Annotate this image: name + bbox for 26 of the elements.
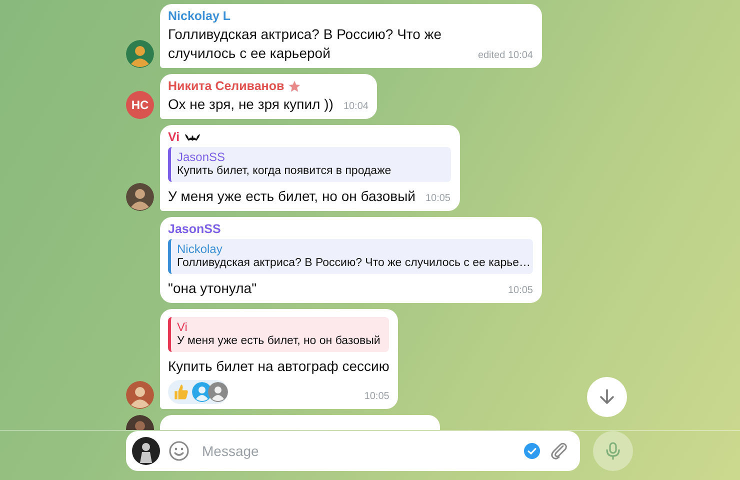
message-text: Голливудская актриса? В Россию? Что же случилось с ее карьерой [168,25,442,63]
reply-text: Купить билет, когда появится в продаже [177,164,392,179]
reply-sender: JasonSS [177,150,226,164]
message-time: edited 10:04 [478,49,533,63]
message-text: Ох не зря, не зря купил )) [168,95,334,114]
message-time: 10:05 [364,390,390,404]
reply-quote[interactable]: Vi У меня уже есть билет, но он базовый [168,317,390,352]
reply-sender: Vi [177,320,188,334]
reply-sender: Nickolay [177,242,224,256]
reply-text: Голливудская актриса? В Россию? Что же случилось с ее карье… [177,256,527,271]
message-time: 10:05 [508,284,533,298]
message-time: 10:05 [425,192,450,206]
message-text: "она утонула" [168,279,257,298]
sender-name: Никита Селиванов [168,79,284,93]
message-time: 10:04 [343,100,368,114]
sender-name: JasonSS [168,222,221,236]
message-text: У меня уже есть билет, но он базовый [168,187,416,206]
reply-text: У меня уже есть билет, но он базовый [177,334,382,349]
reply-quote[interactable]: JasonSS Купить билет, когда появится в продаже [168,147,450,182]
message-text: Купить билет на автограф сессию [168,357,390,376]
sender-name: Nickolay L [168,9,231,23]
message-input[interactable]: Message [198,438,516,462]
avatar[interactable]: НС [126,91,154,119]
sender-name: Vi [168,130,180,144]
reply-quote[interactable]: Nickolay Голливудская актриса? В Россию? Что же случилось с ее карье… [168,239,533,274]
message-field[interactable]: Message [126,430,580,470]
